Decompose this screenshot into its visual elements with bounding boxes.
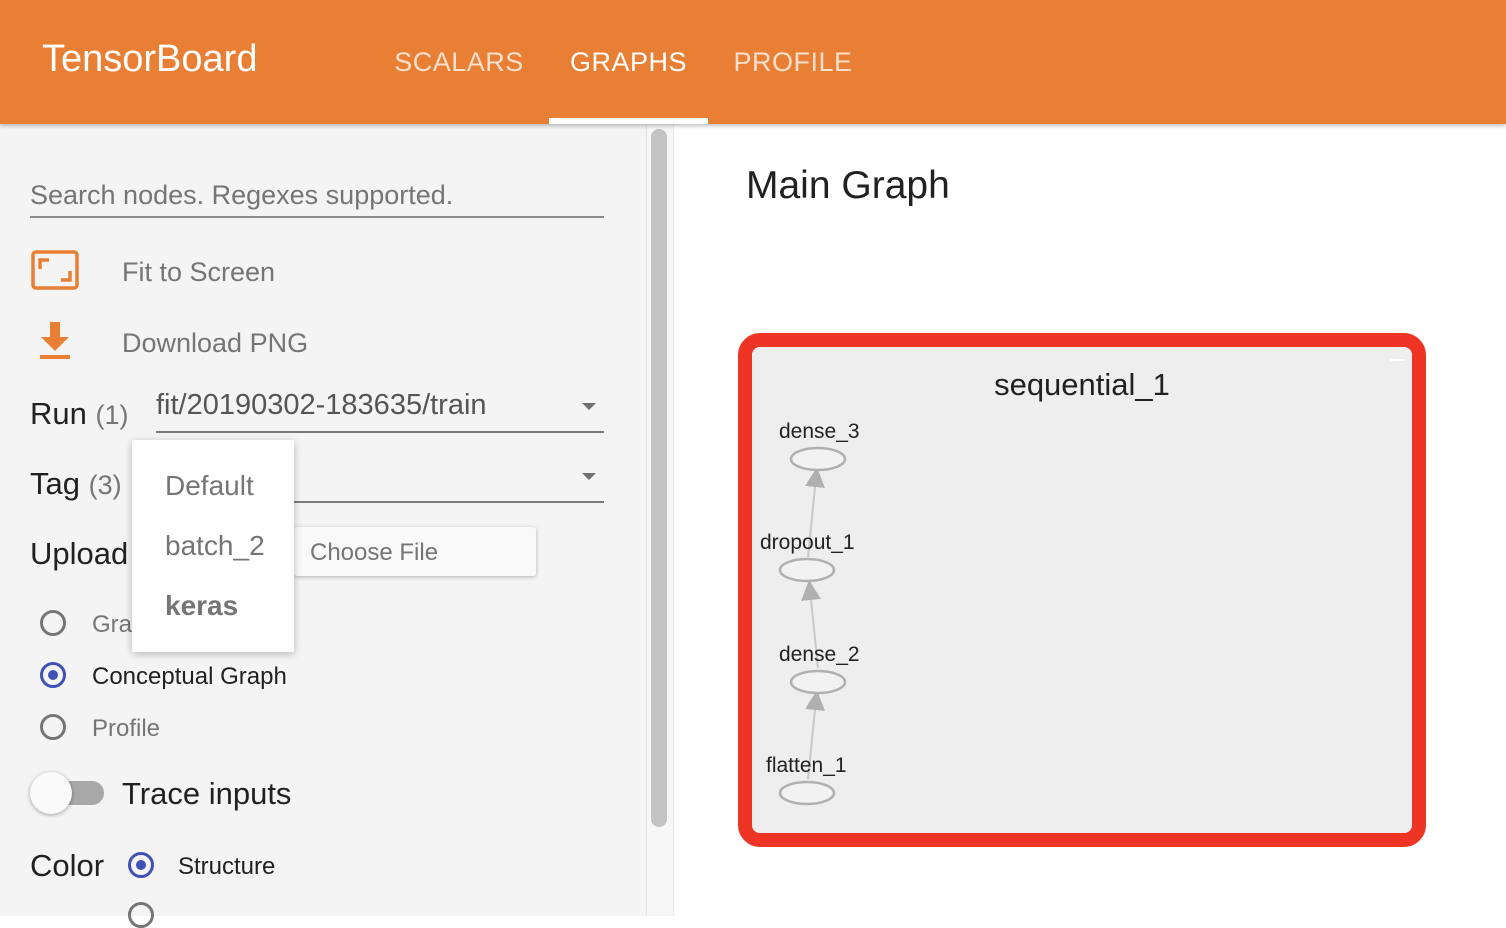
- radio-color-structure-label: Structure: [178, 853, 276, 880]
- node-dense-2-shape[interactable]: [789, 669, 847, 695]
- tag-label: Tag (3): [30, 466, 122, 502]
- download-icon: [38, 320, 74, 367]
- tag-option-keras[interactable]: keras: [165, 590, 238, 622]
- tag-option-batch-2[interactable]: batch_2: [165, 530, 265, 562]
- tab-graphs[interactable]: GRAPHS: [549, 0, 708, 124]
- tag-dropdown-menu: Default batch_2 keras: [132, 440, 294, 652]
- upload-label: Upload: [30, 536, 129, 571]
- sidebar-scrollbar-thumb[interactable]: [651, 129, 667, 827]
- graph-node-sequential-1[interactable]: sequential_1 dense_3 dropout_1 dense_2 f…: [738, 333, 1426, 847]
- radio-profile-label: Profile: [92, 715, 161, 742]
- run-select[interactable]: fit/20190302-183635/train: [156, 383, 604, 433]
- radio-conceptual-graph[interactable]: [40, 662, 66, 688]
- node-flatten-1-label: flatten_1: [766, 754, 847, 777]
- active-tab-indicator: [549, 118, 708, 124]
- tab-profile[interactable]: PROFILE: [720, 0, 866, 124]
- download-png-button[interactable]: Download PNG: [30, 316, 430, 368]
- node-dropout-1-shape[interactable]: [778, 557, 836, 583]
- node-flatten-1-shape[interactable]: [778, 780, 836, 806]
- search-nodes-input[interactable]: [30, 174, 604, 218]
- run-select-value: fit/20190302-183635/train: [156, 389, 487, 421]
- fit-screen-icon: [30, 249, 80, 296]
- choose-file-label: Choose File: [310, 539, 439, 566]
- radio-conceptual-graph-label: Conceptual Graph: [92, 663, 287, 690]
- run-label: Run (1): [30, 396, 129, 432]
- color-label: Color: [30, 848, 105, 883]
- node-dense-2-label: dense_2: [779, 643, 860, 666]
- fit-to-screen-label: Fit to Screen: [122, 257, 276, 287]
- top-bar: TensorBoard SCALARS GRAPHS PROFILE: [0, 0, 1506, 124]
- tag-label-text: Tag: [30, 466, 80, 501]
- node-dense-3-shape[interactable]: [789, 446, 847, 472]
- graph-node-body: sequential_1 dense_3 dropout_1 dense_2 f…: [752, 347, 1412, 833]
- tag-option-default[interactable]: Default: [165, 470, 254, 502]
- radio-color-structure[interactable]: [128, 852, 154, 878]
- chevron-down-icon: [582, 473, 596, 480]
- trace-inputs-label: Trace inputs: [122, 776, 292, 811]
- choose-file-button[interactable]: Choose File: [294, 527, 536, 576]
- trace-inputs-toggle[interactable]: [30, 772, 72, 814]
- app-title: TensorBoard: [42, 38, 258, 80]
- node-dense-3-label: dense_3: [779, 420, 860, 443]
- tag-count: (3): [88, 470, 122, 500]
- radio-profile[interactable]: [40, 714, 66, 740]
- node-dropout-1-label: dropout_1: [760, 531, 855, 554]
- radio-color-next[interactable]: [128, 902, 154, 928]
- fit-to-screen-button[interactable]: Fit to Screen: [30, 245, 430, 297]
- run-label-text: Run: [30, 396, 87, 431]
- run-count: (1): [95, 400, 129, 430]
- chevron-down-icon: [582, 403, 596, 410]
- main-graph-title: Main Graph: [746, 164, 950, 207]
- download-png-label: Download PNG: [122, 328, 309, 358]
- radio-graph[interactable]: [40, 610, 66, 636]
- tab-scalars[interactable]: SCALARS: [380, 0, 538, 124]
